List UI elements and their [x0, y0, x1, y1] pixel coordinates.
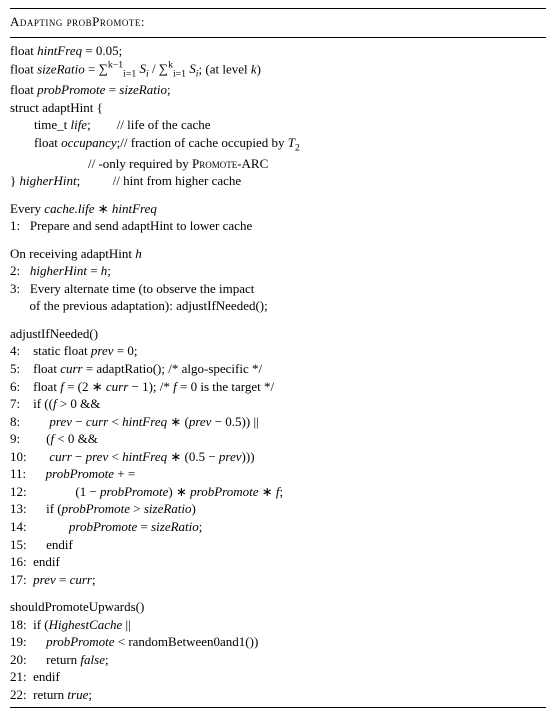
code-line: 22: return true; [10, 686, 546, 704]
code-line: 16: endif [10, 553, 546, 571]
code-line: 15: endif [10, 536, 546, 554]
section-header: shouldPromoteUpwards() [10, 598, 546, 616]
code-line: 12: (1 − probPromote) ∗ probPromote ∗ f; [10, 483, 546, 501]
algorithm-title: Adapting probPromote: [10, 13, 546, 31]
decl-line: float hintFreq = 0.05; [10, 42, 546, 60]
sum-expr: ∑k−1i=1 Si / ∑ki=1 Si [99, 61, 199, 76]
code-line: 10: curr − prev < hintFreq ∗ (0.5 − prev… [10, 448, 546, 466]
code-line: 4: static float prev = 0; [10, 342, 546, 360]
decl-line: float probPromote = sizeRatio; [10, 81, 546, 99]
decl-line: // -only required by Promote-ARC [10, 155, 546, 173]
algorithm-box: Adapting probPromote: float hintFreq = 0… [10, 8, 546, 708]
section-should-promote: shouldPromoteUpwards() 18: if (HighestCa… [10, 598, 546, 703]
section-every: Every cache.life ∗ hintFreq 1: Prepare a… [10, 200, 546, 235]
decl-line: } higherHint; // hint from higher cache [10, 172, 546, 190]
section-adjust: adjustIfNeeded() 4: static float prev = … [10, 325, 546, 588]
code-line: 21: endif [10, 668, 546, 686]
code-line: 2: higherHint = h; [10, 262, 546, 280]
decl-line: struct adaptHint { [10, 99, 546, 117]
code-line: 20: return false; [10, 651, 546, 669]
section-header: adjustIfNeeded() [10, 325, 546, 343]
section-header: Every cache.life ∗ hintFreq [10, 200, 546, 218]
code-line: 19: probPromote < randomBetween0and1()) [10, 633, 546, 651]
code-line: 11: probPromote + = [10, 465, 546, 483]
code-line: 18: if (HighestCache || [10, 616, 546, 634]
section-header: On receiving adaptHint h [10, 245, 546, 263]
code-line: 9: (f < 0 && [10, 430, 546, 448]
code-line: 6: float f = (2 ∗ curr − 1); /* f = 0 is… [10, 378, 546, 396]
code-line: 14: probPromote = sizeRatio; [10, 518, 546, 536]
algorithm-body: float hintFreq = 0.05; float sizeRatio =… [10, 37, 546, 704]
code-line: 13: if (probPromote > sizeRatio) [10, 500, 546, 518]
code-line: 1: Prepare and send adaptHint to lower c… [10, 217, 546, 235]
code-line: of the previous adaptation): adjustIfNee… [10, 297, 546, 315]
code-line: 5: float curr = adaptRatio(); /* algo-sp… [10, 360, 546, 378]
decl-line: time_t life; // life of the cache [10, 116, 546, 134]
decl-line: float sizeRatio = ∑k−1i=1 Si / ∑ki=1 Si;… [10, 59, 546, 81]
decl-line: float occupancy;// fraction of cache occ… [10, 134, 546, 155]
code-line: 3: Every alternate time (to observe the … [10, 280, 546, 298]
code-line: 7: if ((f > 0 && [10, 395, 546, 413]
code-line: 8: prev − curr < hintFreq ∗ (prev − 0.5)… [10, 413, 546, 431]
section-receive: On receiving adaptHint h 2: higherHint =… [10, 245, 546, 315]
code-line: 17: prev = curr; [10, 571, 546, 589]
